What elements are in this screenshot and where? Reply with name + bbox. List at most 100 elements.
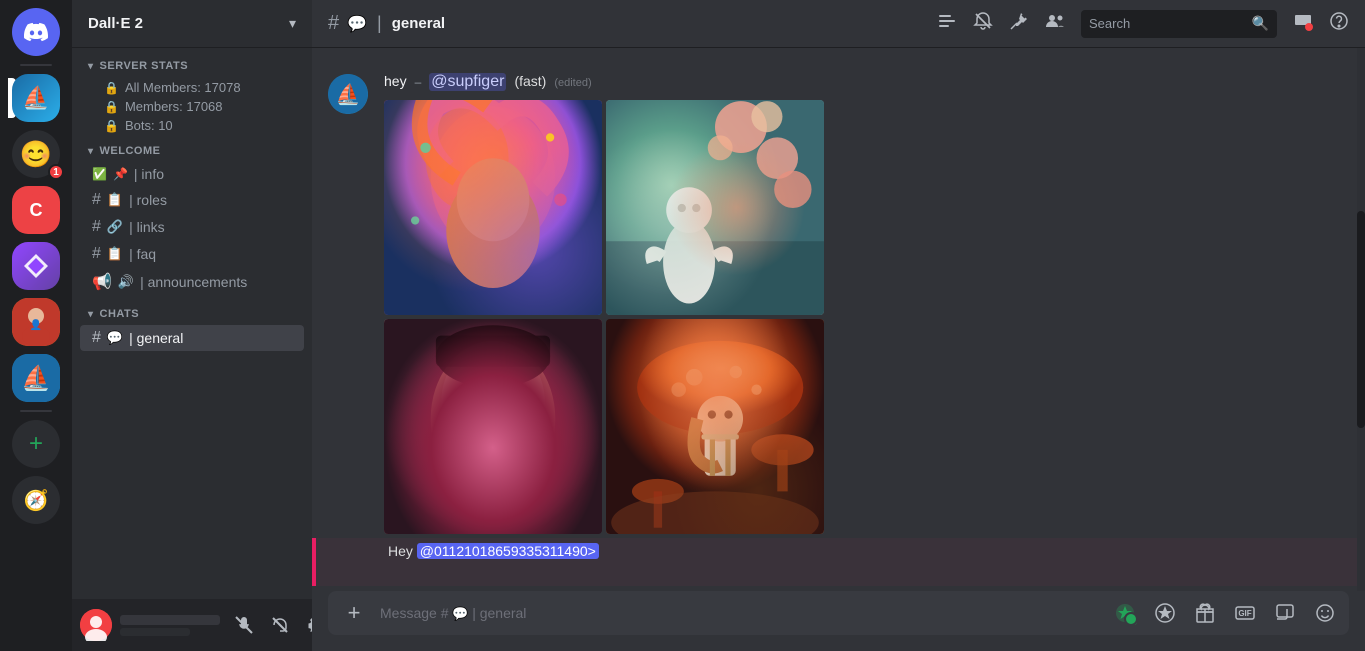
deafen-button[interactable] — [264, 609, 296, 641]
boat-server-icon[interactable]: ⛵ — [12, 74, 60, 122]
apps-button[interactable] — [1109, 597, 1141, 629]
notepad-icon-faq: 📋 — [107, 246, 123, 262]
category-label-chats: CHATS — [100, 308, 140, 320]
pinned-messages-button[interactable] — [1009, 11, 1029, 37]
message-speed: (fast) — [514, 72, 546, 92]
channel-general[interactable]: # 💬 | general — [80, 325, 304, 351]
channel-hash-icon: # — [328, 12, 339, 35]
channel-faq[interactable]: # 📋 | faq — [80, 241, 304, 267]
member-list-button[interactable] — [1045, 11, 1065, 37]
stat-bots: 🔒 Bots: 10 — [104, 116, 296, 135]
boat2-server-icon[interactable]: ⛵ — [12, 354, 60, 402]
message-header-1: hey – @supfiger (fast) (edited) — [384, 72, 1349, 92]
channel-roles[interactable]: # 📋 | roles — [80, 187, 304, 213]
lock-icon-2: 🔒 — [104, 100, 119, 114]
boat-server-wrapper: ⛵ — [12, 74, 60, 122]
hash-icon-links: # — [92, 218, 101, 236]
category-welcome[interactable]: ▾ WELCOME — [72, 141, 312, 161]
channel-list: ▾ SERVER STATS 🔒 All Members: 17078 🔒 Me… — [72, 48, 312, 599]
orange-server-icon[interactable]: 👤 — [12, 298, 60, 346]
explore-servers-button[interactable]: 🧭 — [12, 476, 60, 524]
user-avatar[interactable] — [80, 609, 112, 641]
volume-icon-announcements: 🔊 — [118, 274, 134, 290]
message-author-hey: hey — [384, 73, 407, 89]
server-divider-2 — [20, 410, 52, 412]
svg-text:⛵: ⛵ — [336, 82, 361, 106]
gift-button[interactable] — [1189, 597, 1221, 629]
orange-server-wrapper: 👤 — [12, 298, 60, 346]
message-dash: – — [415, 75, 422, 89]
image-cell-4[interactable] — [606, 319, 824, 534]
discord-home-icon[interactable] — [12, 8, 60, 56]
scrollbar-track — [1357, 48, 1365, 591]
message-mention: @supfiger — [429, 73, 506, 91]
lock-icon-3: 🔒 — [104, 119, 119, 133]
category-server-stats[interactable]: ▾ SERVER STATS — [72, 56, 312, 76]
stat-members-label: Members: 17068 — [125, 99, 223, 114]
message-content-1: hey – @supfiger (fast) (edited) — [384, 72, 1349, 534]
image-cell-1[interactable] — [384, 100, 602, 315]
face-server-wrapper: 😊 1 — [12, 130, 60, 178]
category-chats[interactable]: ▾ CHATS — [72, 304, 312, 324]
stat-members: 🔒 Members: 17068 — [104, 97, 296, 116]
user-info — [116, 615, 224, 636]
category-label-stats: SERVER STATS — [100, 60, 189, 72]
purple-server-icon[interactable] — [12, 242, 60, 290]
message-input-placeholder: Message # — [380, 605, 448, 621]
notepad-icon-roles: 📋 — [107, 192, 123, 208]
channel-sidebar: Dall·E 2 ▾ ▾ SERVER STATS 🔒 All Members:… — [72, 0, 312, 651]
help-button[interactable] — [1329, 11, 1349, 37]
message-input[interactable]: Message # 💬 | general — [372, 605, 1109, 622]
svg-text:⛵: ⛵ — [21, 364, 51, 392]
stat-bots-label: Bots: 10 — [125, 118, 173, 133]
image-cell-2[interactable] — [606, 100, 824, 315]
message-icon-inline: 💬 — [452, 606, 472, 621]
sticker-button[interactable] — [1269, 597, 1301, 629]
channel-info[interactable]: ✅ 📌 | info — [80, 162, 304, 186]
search-placeholder-text: Search — [1089, 16, 1246, 31]
scrollbar-thumb[interactable] — [1357, 211, 1365, 428]
svg-text:C: C — [30, 200, 43, 220]
channel-name-general: | general — [129, 330, 183, 346]
add-attachment-button[interactable]: + — [336, 595, 372, 631]
gif-button[interactable]: GIF — [1229, 597, 1261, 629]
header-divider: | — [377, 13, 382, 34]
message-preview-mention: @01121018659335311490> — [417, 543, 599, 559]
message-group-2: Hey @01121018659335311490> — [312, 538, 1365, 586]
discord-home-wrapper — [12, 8, 60, 56]
server-header[interactable]: Dall·E 2 ▾ — [72, 0, 312, 48]
image-grid-1 — [384, 100, 824, 534]
apps-notif-dot — [1129, 617, 1139, 627]
channel-announcements[interactable]: 📢 🔊 | announcements — [80, 268, 304, 296]
second-apps-button[interactable] — [1149, 597, 1181, 629]
notification-settings-button[interactable] — [973, 11, 993, 37]
link-icon-links: 🔗 — [107, 219, 123, 235]
mute-button[interactable] — [228, 609, 260, 641]
search-box[interactable]: Search 🔍 — [1081, 10, 1277, 38]
channel-name-links: | links — [129, 219, 165, 235]
image-cell-3[interactable] — [384, 319, 602, 534]
channel-links[interactable]: # 🔗 | links — [80, 214, 304, 240]
inbox-button[interactable] — [1293, 11, 1313, 37]
chat-channel-title: general — [392, 15, 445, 32]
hash-icon-general: # — [92, 329, 101, 347]
category-label-welcome: WELCOME — [100, 145, 161, 157]
threads-button[interactable] — [937, 11, 957, 37]
header-actions: Search 🔍 — [937, 10, 1349, 38]
channel-icon-info: ✅ — [92, 167, 107, 181]
search-icon: 🔍 — [1252, 15, 1269, 32]
channel-name-info: | info — [134, 166, 164, 182]
red-server-icon[interactable]: C — [12, 186, 60, 234]
message-avatar-1[interactable]: ⛵ — [328, 74, 368, 114]
server-dropdown-icon: ▾ — [289, 15, 296, 32]
lock-icon-1: 🔒 — [104, 81, 119, 95]
chat-content: ⛵ hey – @supfiger (fast) (edited) — [312, 48, 1365, 591]
add-server-button[interactable]: + — [12, 420, 60, 468]
msg-icon-general: 💬 — [107, 330, 123, 346]
emoji-button[interactable] — [1309, 597, 1341, 629]
server-stats-section: 🔒 All Members: 17078 🔒 Members: 17068 🔒 … — [72, 76, 312, 141]
boat2-server-wrapper: ⛵ — [12, 354, 60, 402]
sidebar-footer — [72, 599, 312, 651]
svg-text:👤: 👤 — [30, 318, 42, 331]
stat-all-members-label: All Members: 17078 — [125, 80, 241, 95]
